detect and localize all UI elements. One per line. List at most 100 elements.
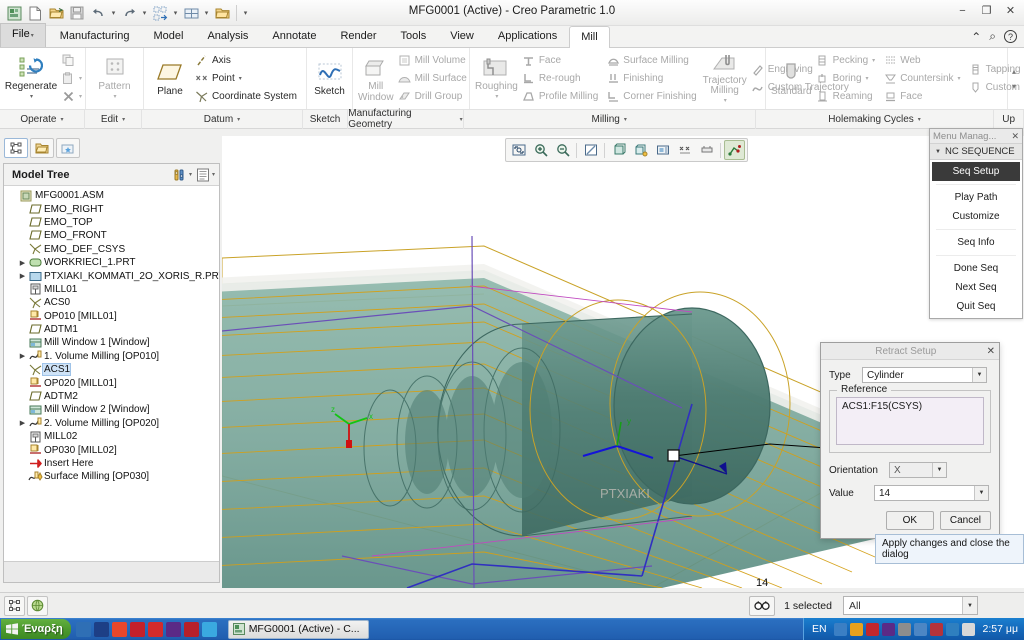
chevron-down-icon[interactable]: ▾ [872, 57, 875, 64]
sketch-button[interactable]: Sketch [311, 50, 348, 108]
model-tree-row[interactable]: ADTM2 [6, 390, 219, 403]
model-tree-row[interactable]: MFG0001.ASM [6, 189, 219, 202]
group-label-sketch[interactable]: Sketch [303, 109, 349, 129]
expand-arrow-icon[interactable]: ▶ [17, 259, 28, 267]
datum-display-button[interactable] [674, 140, 695, 160]
model-tree-row[interactable]: MILL01 [6, 283, 219, 296]
chevron-down-icon[interactable]: ▾ [113, 92, 116, 103]
chevron-down-icon[interactable]: ▾ [866, 75, 869, 82]
expand-arrow-icon[interactable]: ▶ [17, 352, 28, 360]
menu-item-seq-setup[interactable]: Seq Setup [932, 162, 1020, 181]
coordinate-system-button[interactable]: Coordinate System [192, 88, 302, 105]
chevron-down-icon[interactable]: ▾ [237, 116, 240, 123]
model-tree-tab[interactable] [4, 138, 28, 158]
search-icon[interactable]: ⌕ [989, 29, 996, 44]
chevron-down-icon[interactable]: ▼ [972, 368, 986, 382]
mill-surface-button[interactable]: Mill Surface [395, 70, 472, 87]
model-tree-row[interactable]: EMO_RIGHT [6, 202, 219, 215]
re-rough-button[interactable]: Re-rough [519, 70, 603, 87]
delete-button[interactable]: ▾ [58, 88, 87, 105]
mill-window-button[interactable]: Mill Window [357, 50, 395, 108]
scroll-down-icon[interactable]: ▾ [1012, 82, 1016, 91]
type-select[interactable]: Cylinder ▼ [862, 367, 987, 383]
chevron-down-icon[interactable]: ▾ [958, 75, 961, 82]
point-button[interactable]: Point ▾ [192, 70, 302, 87]
axis-button[interactable]: Axis [192, 52, 302, 69]
tab-render[interactable]: Render [328, 25, 388, 47]
menu-item-next-seq[interactable]: Next Seq [930, 278, 1022, 297]
help-icon[interactable]: ? [1004, 30, 1017, 43]
model-tree-row[interactable]: ADTM1 [6, 323, 219, 336]
menu-item-play-path[interactable]: Play Path [930, 188, 1022, 207]
model-tree-row[interactable]: ▶ WORKRIECI_1.PRT [6, 256, 219, 269]
close-button[interactable]: ✕ [1003, 4, 1018, 17]
display-style-button[interactable] [608, 140, 629, 160]
tab-annotate[interactable]: Annotate [260, 25, 328, 47]
show-desktop-icon[interactable] [75, 621, 91, 637]
chevron-down-icon[interactable]: ▼ [932, 463, 946, 477]
chevron-down-icon[interactable]: ▾ [624, 116, 627, 123]
redo-dropdown-icon[interactable]: ▾ [140, 9, 149, 17]
model-tree-row[interactable]: OP030 [MILL02] [6, 443, 219, 456]
antivirus-icon[interactable] [183, 621, 199, 637]
copy-button[interactable] [58, 52, 87, 69]
retract-dialog-close-icon[interactable]: ✕ [987, 346, 995, 357]
plane-button[interactable]: Plane [148, 50, 192, 108]
view-manager-button[interactable] [652, 140, 673, 160]
group-label-operate[interactable]: Operate ▾ [0, 109, 85, 129]
reaming-button[interactable]: Reaming [813, 88, 881, 105]
model-tree-body[interactable]: MFG0001.ASM EMO_RIGHT EMO_TOP EMO_FRONT EMO_… [4, 186, 219, 582]
boring-button[interactable]: Boring ▾ [813, 70, 881, 87]
selection-filter-select[interactable]: All ▼ [843, 596, 978, 615]
chevron-down-icon[interactable]: ▾ [460, 116, 463, 123]
system-clock[interactable]: 2:57 μμ [983, 623, 1018, 635]
model-tree-row[interactable]: ▶ 1. Volume Milling [OP010] [6, 350, 219, 363]
redo-icon[interactable] [119, 3, 139, 23]
zoom-in-button[interactable] [530, 140, 551, 160]
viber-icon[interactable] [165, 621, 181, 637]
battery-icon[interactable] [865, 622, 879, 636]
opera-icon[interactable] [93, 621, 109, 637]
restore-button[interactable]: ❐ [979, 4, 994, 17]
group-label-holemaking-cycles[interactable]: Holemaking Cycles ▾ [756, 109, 995, 129]
orientation-select[interactable]: X ▼ [889, 462, 947, 478]
tab-tools[interactable]: Tools [389, 25, 439, 47]
window-switch-icon[interactable] [181, 3, 201, 23]
model-tree-row[interactable]: ACS0 [6, 296, 219, 309]
chevron-down-icon[interactable]: ▾ [30, 92, 33, 103]
expand-arrow-icon[interactable]: ▶ [17, 272, 28, 280]
menu-item-customize[interactable]: Customize [930, 207, 1022, 226]
pecking-button[interactable]: Pecking ▾ [813, 52, 881, 69]
window-dropdown-icon[interactable]: ▾ [202, 9, 211, 17]
corner-finishing-button[interactable]: Corner Finishing [603, 88, 701, 105]
tab-view[interactable]: View [438, 25, 486, 47]
expand-arrow-icon[interactable]: ▶ [17, 419, 28, 427]
update-icon[interactable] [849, 622, 863, 636]
group-label-milling[interactable]: Milling ▾ [464, 109, 756, 129]
menu-item-quit-seq[interactable]: Quit Seq [930, 297, 1022, 316]
network-icon[interactable] [833, 622, 847, 636]
model-tree-row[interactable]: EMO_DEF_CSYS [6, 243, 219, 256]
security-icon[interactable] [929, 622, 943, 636]
model-tree-row[interactable]: Insert Here [6, 457, 219, 470]
chevron-down-icon[interactable]: ▾ [212, 171, 215, 178]
ok-button[interactable]: OK [885, 511, 934, 530]
mill-volume-button[interactable]: Mill Volume [395, 52, 472, 69]
model-tree-row[interactable]: EMO_TOP [6, 216, 219, 229]
model-tree-row[interactable]: ACS1 [6, 363, 219, 377]
countersink-button[interactable]: Countersink ▾ [880, 70, 965, 87]
face-milling-button[interactable]: Face [519, 52, 603, 69]
start-button[interactable]: Έναρξη [1, 619, 71, 639]
model-tree-row[interactable]: ▶ 2. Volume Milling [OP020] [6, 417, 219, 430]
chevron-down-icon[interactable]: ▾ [122, 116, 125, 123]
standard-button[interactable]: Standard [770, 50, 813, 108]
finishing-button[interactable]: Finishing [603, 70, 701, 87]
undo-icon[interactable] [88, 3, 108, 23]
folder-browser-tab[interactable] [30, 138, 54, 158]
model-tree-row[interactable]: OP010 [MILL01] [6, 310, 219, 323]
minimize-button[interactable]: − [955, 5, 970, 17]
customize-qat-icon[interactable]: ▾ [241, 9, 250, 17]
chevron-down-icon[interactable]: ▾ [239, 75, 242, 82]
model-tree-row[interactable]: Mill Window 1 [Window] [6, 336, 219, 349]
dimension-value-label[interactable]: 14 [756, 577, 768, 588]
